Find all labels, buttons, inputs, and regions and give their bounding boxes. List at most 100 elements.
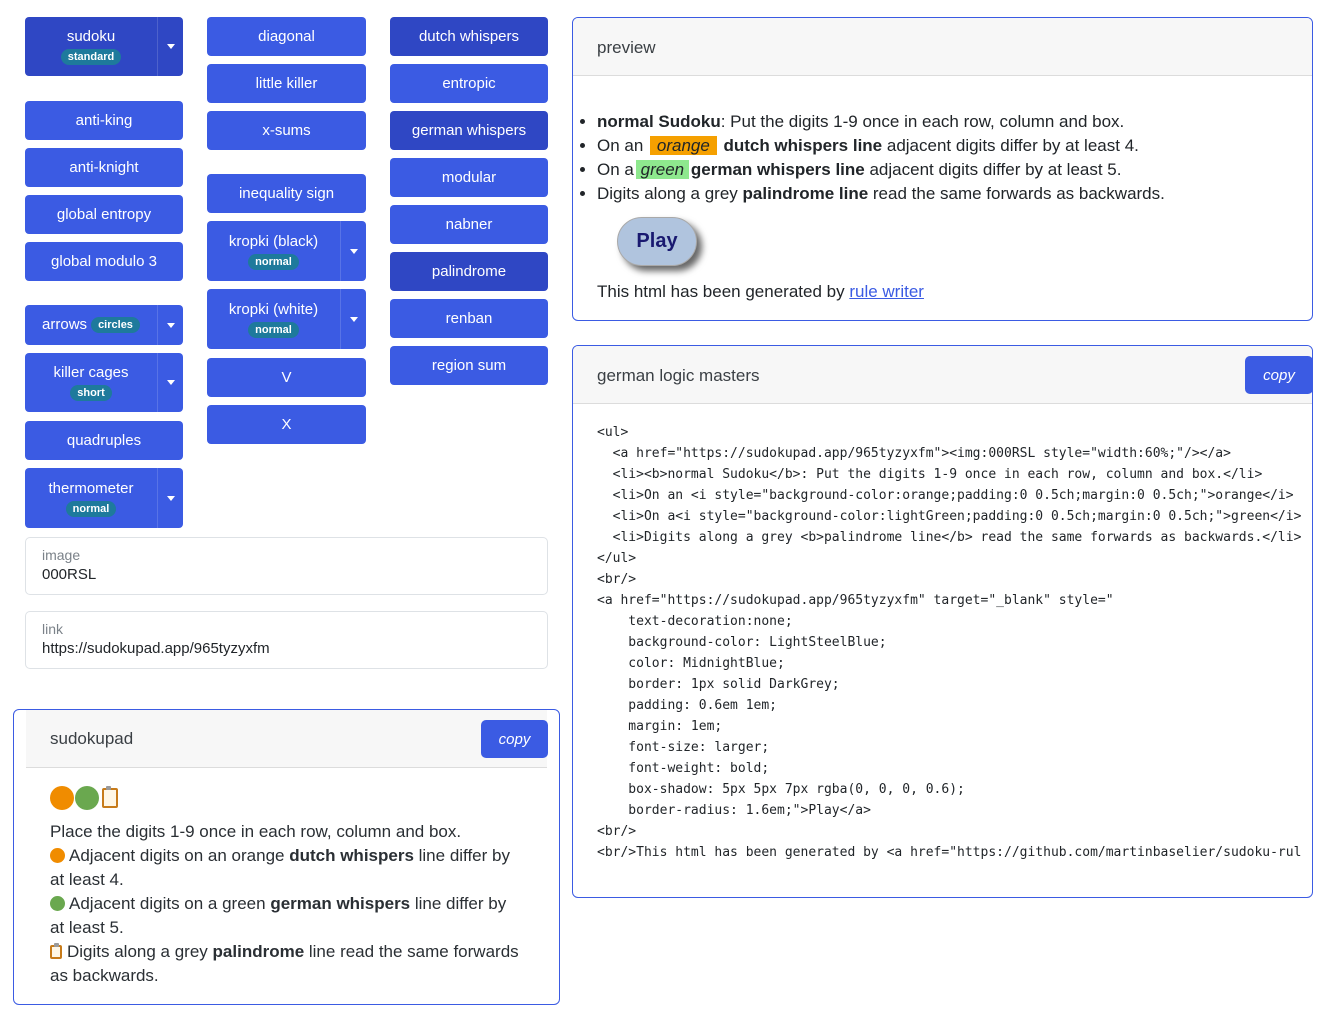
- chevron-down-icon: [349, 316, 358, 322]
- sudokupad-copy-label: copy: [498, 730, 531, 748]
- rule-writer-link[interactable]: rule writer: [849, 282, 924, 301]
- quadruples-button[interactable]: quadruples: [25, 421, 183, 460]
- code-line: border: 1px solid DarkGrey;: [597, 677, 840, 692]
- clipboard-icon: [102, 786, 118, 808]
- anti-knight-button[interactable]: anti-knight: [25, 148, 183, 187]
- play-button[interactable]: Play: [617, 217, 697, 266]
- dutch-whispers-label: dutch whispers: [418, 27, 520, 45]
- thermometer-button[interactable]: thermometer normal: [25, 468, 183, 528]
- killer-cages-button[interactable]: killer cages short: [25, 353, 183, 412]
- entropic-label: entropic: [442, 74, 496, 92]
- preview-card: preview normal Sudoku: Put the digits 1-…: [572, 17, 1313, 321]
- arrows-dropdown-toggle[interactable]: [157, 305, 183, 345]
- image-field-label: image: [42, 547, 81, 563]
- image-field[interactable]: image 000RSL: [25, 537, 548, 595]
- x-sums-button[interactable]: x-sums: [207, 111, 366, 150]
- sudokupad-icons: [50, 786, 118, 810]
- sudokupad-line-2: Adjacent digits on an orange dutch whisp…: [50, 844, 520, 892]
- modular-button[interactable]: modular: [390, 158, 548, 197]
- dutch-whispers-button[interactable]: dutch whispers: [390, 17, 548, 56]
- sudoku-button[interactable]: sudoku standard: [25, 17, 183, 76]
- link-field[interactable]: link https://sudokupad.app/965tyzyxfm: [25, 611, 548, 669]
- kropki-black-badge: normal: [248, 253, 299, 270]
- nabner-button[interactable]: nabner: [390, 205, 548, 244]
- code-line: background-color: LightSteelBlue;: [597, 635, 887, 650]
- thermometer-button-main[interactable]: thermometer normal: [25, 468, 157, 528]
- glm-title: german logic masters: [597, 366, 760, 385]
- kropki-black-dropdown-toggle[interactable]: [340, 221, 366, 281]
- rule-2-pre: On an: [597, 136, 644, 155]
- v-button[interactable]: V: [207, 358, 366, 397]
- green-highlight: green: [635, 160, 690, 179]
- global-modulo-button[interactable]: global modulo 3: [25, 242, 183, 281]
- glm-card: german logic masters copy <ul> <a href="…: [572, 345, 1313, 898]
- rule-palindrome: Digits along a grey palindrome line read…: [597, 182, 1165, 206]
- region-sum-button[interactable]: region sum: [390, 346, 548, 385]
- killer-cages-label: killer cages: [53, 364, 129, 381]
- rule-3-rest: adjacent digits differ by at least 5.: [864, 160, 1122, 179]
- kropki-white-dropdown-toggle[interactable]: [340, 289, 366, 349]
- thermometer-dropdown-toggle[interactable]: [157, 468, 183, 528]
- code-line: <li>On an <i style="background-color:ora…: [597, 488, 1294, 503]
- arrows-button[interactable]: arrows circles: [25, 305, 183, 345]
- chevron-down-icon: [166, 44, 175, 49]
- sudokupad-rules-text: Place the digits 1-9 once in each row, c…: [50, 820, 520, 988]
- inequality-sign-button[interactable]: inequality sign: [207, 174, 366, 213]
- killer-cages-dropdown-toggle[interactable]: [157, 353, 183, 412]
- sudokupad-line-4-pre: Digits along a grey: [67, 942, 213, 961]
- palindrome-button[interactable]: palindrome: [390, 252, 548, 291]
- rule-2-rest: adjacent digits differ by at least 4.: [882, 136, 1139, 155]
- rule-2-bold: dutch whispers line: [723, 136, 883, 155]
- region-sum-label: region sum: [431, 356, 507, 374]
- kropki-white-label: kropki (white): [228, 300, 319, 318]
- sudokupad-copy-button[interactable]: copy: [481, 720, 548, 758]
- kropki-black-button-main[interactable]: kropki (black) normal: [207, 221, 340, 281]
- clipboard-icon: [50, 943, 62, 959]
- link-field-value[interactable]: https://sudokupad.app/965tyzyxfm: [42, 640, 270, 657]
- global-entropy-label: global entropy: [56, 205, 152, 223]
- code-line: box-shadow: 5px 5px 7px rgba(0, 0, 0, 0.…: [597, 782, 965, 797]
- anti-king-label: anti-king: [75, 111, 133, 129]
- german-whispers-label: german whispers: [411, 121, 527, 139]
- renban-button[interactable]: renban: [390, 299, 548, 338]
- x-button[interactable]: X: [207, 405, 366, 444]
- link-field-label: link: [42, 621, 64, 637]
- global-modulo-label: global modulo 3: [51, 252, 157, 270]
- rule-german-whispers: On agreengerman whispers line adjacent d…: [597, 158, 1165, 182]
- arrows-button-main[interactable]: arrows circles: [25, 305, 157, 345]
- inequality-sign-label: inequality sign: [238, 184, 335, 202]
- kropki-white-button-main[interactable]: kropki (white) normal: [207, 289, 340, 349]
- rule-4-rest: read the same forwards as backwards.: [868, 184, 1165, 203]
- rule-3-pre: On a: [597, 160, 634, 179]
- preview-rules-list: normal Sudoku: Put the digits 1-9 once i…: [581, 110, 1165, 206]
- german-whispers-button[interactable]: german whispers: [390, 111, 548, 150]
- diagonal-button[interactable]: diagonal: [207, 17, 366, 56]
- anti-king-button[interactable]: anti-king: [25, 101, 183, 140]
- kropki-white-button[interactable]: kropki (white) normal: [207, 289, 366, 349]
- glm-copy-button[interactable]: copy: [1245, 356, 1312, 394]
- chevron-down-icon: [166, 322, 175, 328]
- rule-4-pre: Digits along a grey: [597, 184, 743, 203]
- diagonal-label: diagonal: [258, 27, 315, 45]
- kropki-black-button[interactable]: kropki (black) normal: [207, 221, 366, 281]
- little-killer-button[interactable]: little killer: [207, 64, 366, 103]
- v-label: V: [281, 368, 292, 386]
- glm-code-block[interactable]: <ul> <a href="https://sudokupad.app/965t…: [597, 422, 1302, 863]
- killer-cages-button-main[interactable]: killer cages short: [25, 353, 157, 412]
- entropic-button[interactable]: entropic: [390, 64, 548, 103]
- rule-1-bold: normal Sudoku: [597, 112, 721, 131]
- sudoku-dropdown-toggle[interactable]: [157, 17, 183, 76]
- chevron-down-icon: [349, 248, 358, 254]
- global-entropy-button[interactable]: global entropy: [25, 195, 183, 234]
- sudoku-button-main[interactable]: sudoku standard: [25, 17, 157, 76]
- green-circle-icon: [50, 896, 65, 911]
- sudokupad-line-3: Adjacent digits on a green german whispe…: [50, 892, 520, 940]
- modular-label: modular: [441, 168, 497, 186]
- rule-1-rest: : Put the digits 1-9 once in each row, c…: [720, 112, 1125, 131]
- arrows-badge: circles: [91, 317, 140, 333]
- code-line: text-decoration:none;: [597, 614, 793, 629]
- code-line: border-radius: 1.6em;">Play</a>: [597, 803, 871, 818]
- image-field-value[interactable]: 000RSL: [42, 566, 96, 583]
- killer-cages-badge: short: [70, 385, 112, 401]
- generated-by-line: This html has been generated by rule wri…: [597, 282, 924, 302]
